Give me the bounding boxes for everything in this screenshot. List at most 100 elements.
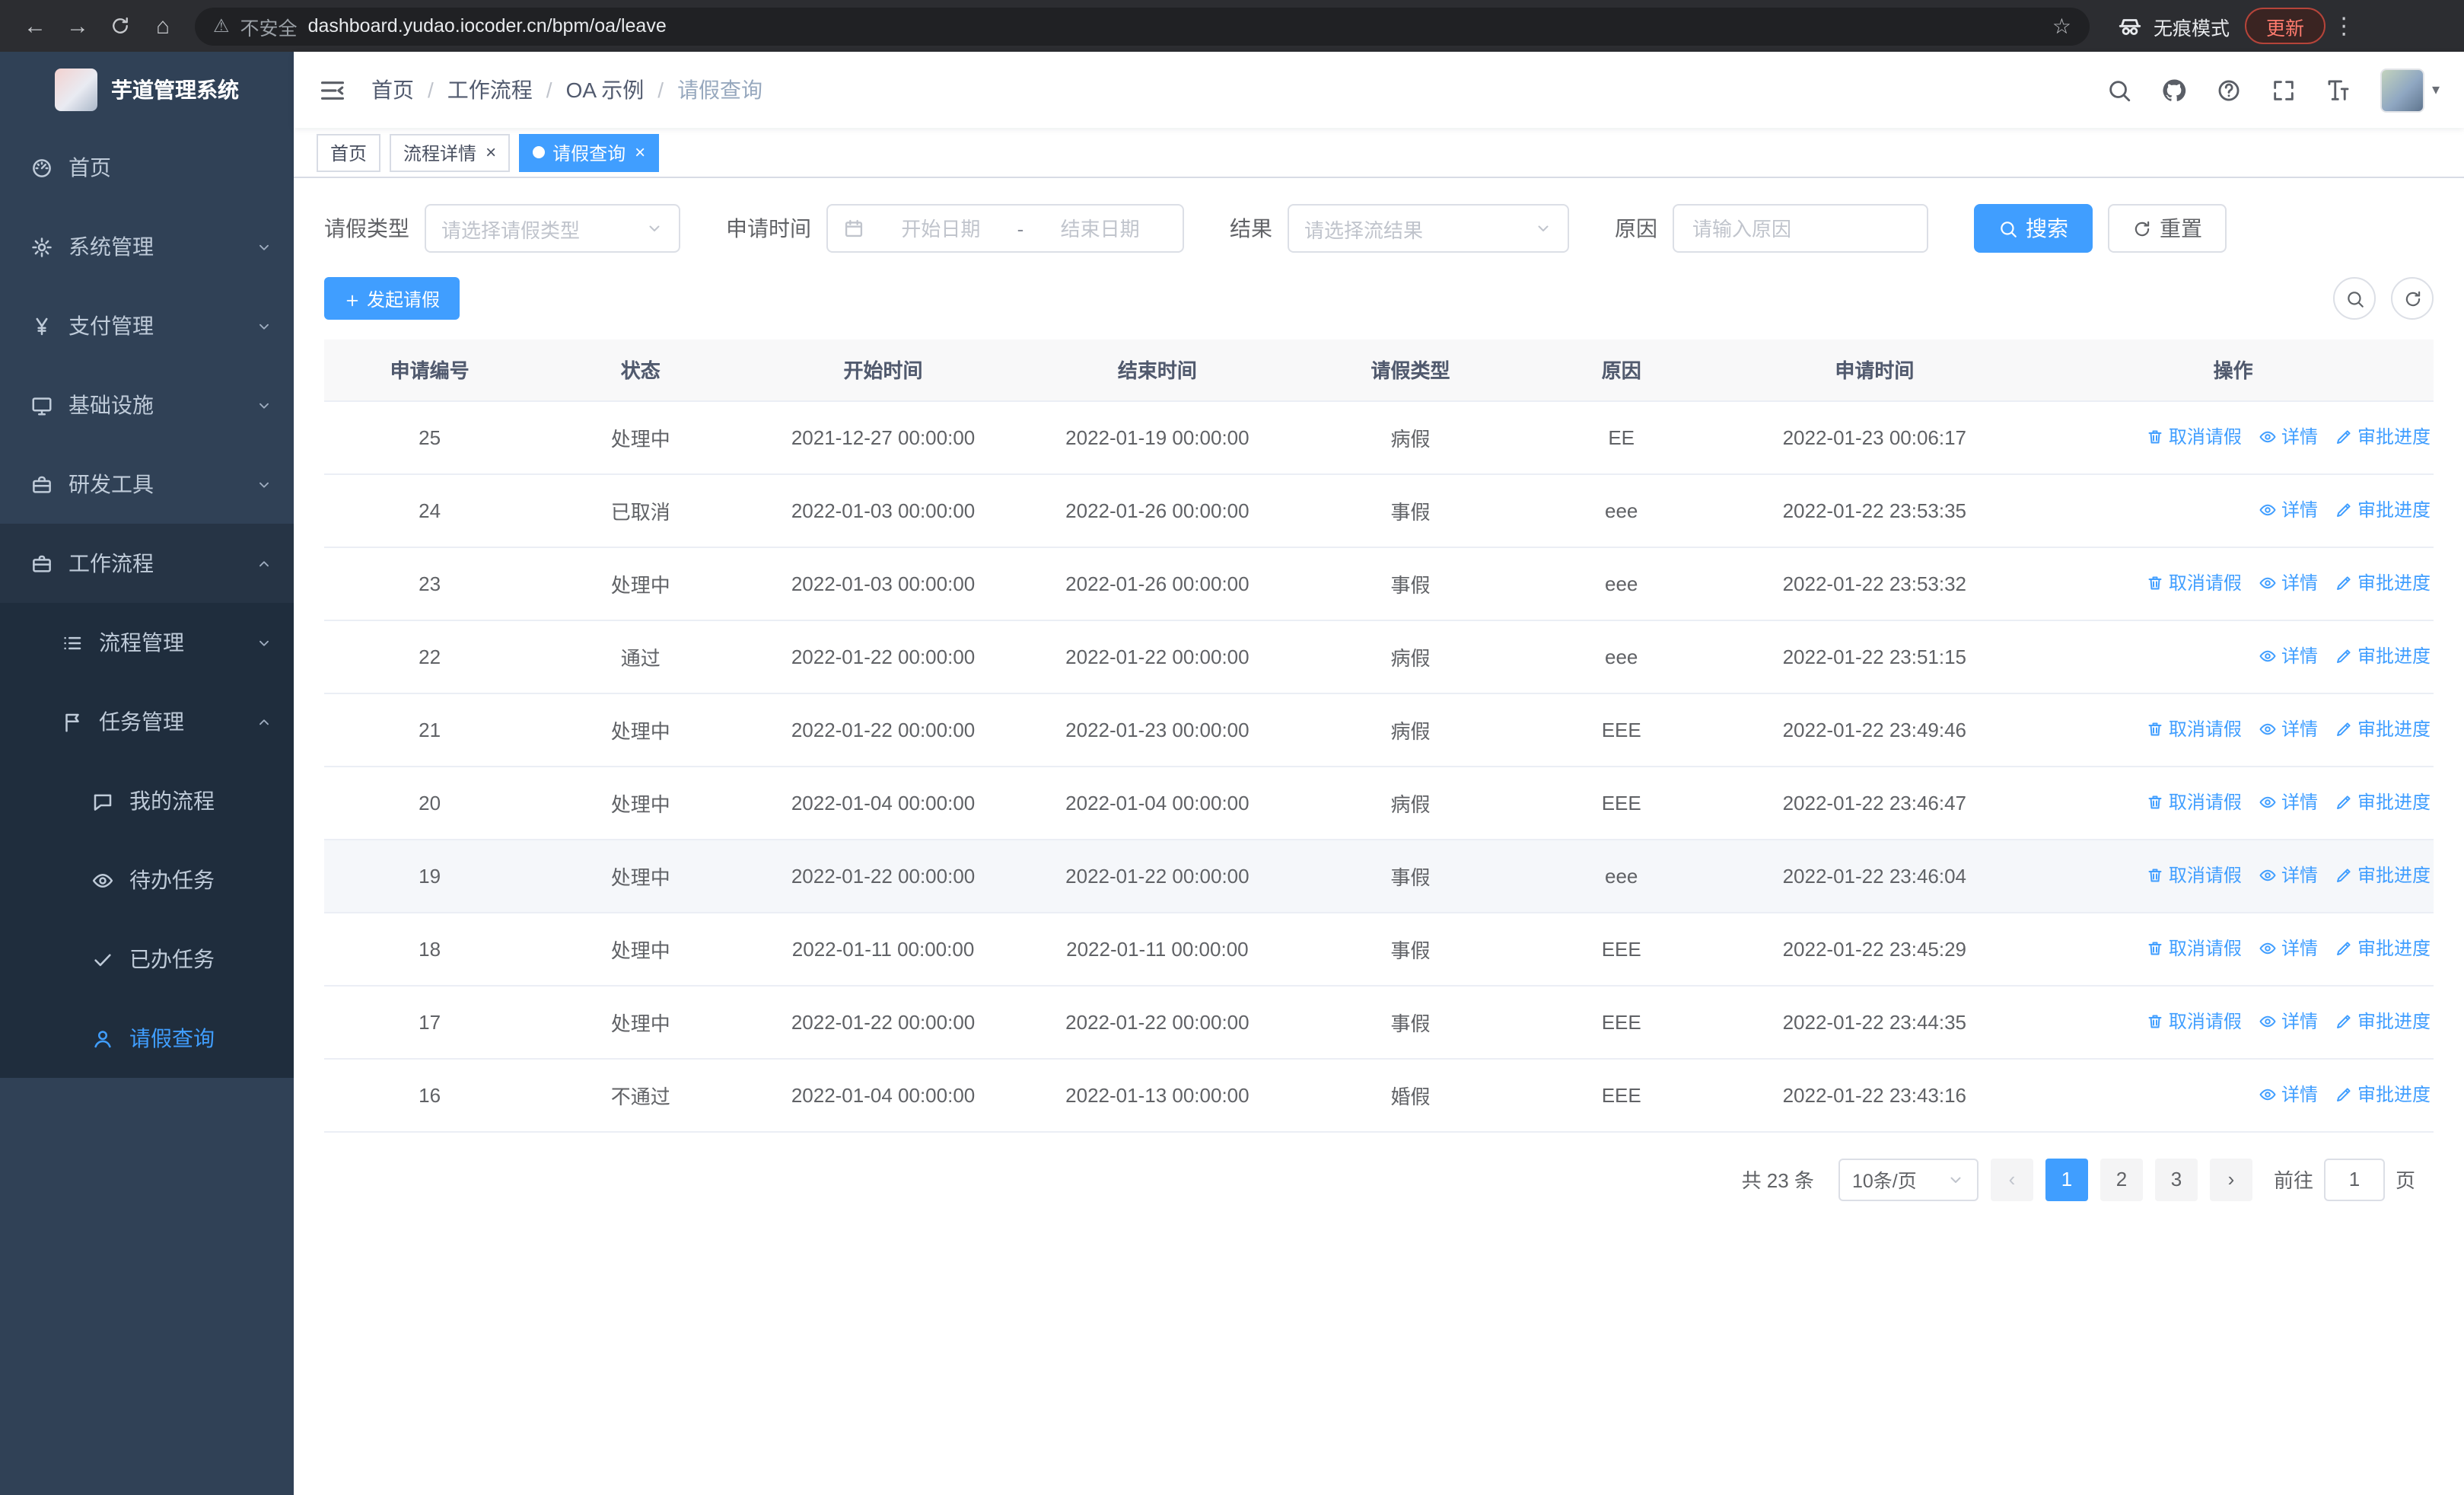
cancel-leave-link[interactable]: 取消请假 (2146, 789, 2242, 815)
tab-process-detail[interactable]: 流程详情 × (390, 133, 511, 171)
end-date-input[interactable] (1033, 217, 1167, 240)
close-icon[interactable]: × (635, 143, 645, 161)
detail-link[interactable]: 详情 (2259, 424, 2318, 450)
breadcrumb-item-workflow[interactable]: 工作流程 (447, 75, 533, 105)
sidebar-item-task-mgmt[interactable]: 任务管理 (0, 682, 294, 761)
browser-home-icon[interactable]: ⌂ (143, 6, 183, 46)
result-select[interactable]: 请选择流结果 (1288, 204, 1569, 253)
reset-button[interactable]: 重置 (2108, 204, 2227, 253)
browser-menu-icon[interactable]: ⋮ (2329, 6, 2359, 46)
approval-progress-link[interactable]: 审批进度 (2335, 643, 2431, 669)
col-start-time: 开始时间 (746, 339, 1020, 401)
start-date-input[interactable] (874, 217, 1008, 240)
sidebar-item-home[interactable]: 首页 (0, 128, 294, 207)
col-actions: 操作 (2033, 339, 2434, 401)
toggle-search-button[interactable] (2333, 277, 2376, 320)
next-page-button[interactable]: › (2209, 1158, 2252, 1200)
detail-link[interactable]: 详情 (2259, 1082, 2318, 1108)
detail-link[interactable]: 详情 (2259, 716, 2318, 742)
sidebar-item-label: 我的流程 (129, 789, 215, 813)
approval-progress-link[interactable]: 审批进度 (2335, 862, 2431, 888)
detail-link[interactable]: 详情 (2259, 789, 2318, 815)
sidebar-item-label: 基础设施 (68, 393, 154, 417)
approval-progress-link[interactable]: 审批进度 (2335, 497, 2431, 523)
sidebar-item-system[interactable]: 系统管理 (0, 207, 294, 286)
sidebar-item-workflow[interactable]: 工作流程 (0, 524, 294, 603)
cancel-leave-link[interactable]: 取消请假 (2146, 936, 2242, 961)
forward-icon[interactable]: → (58, 6, 97, 46)
leave-type-select[interactable]: 请选择请假类型 (425, 204, 680, 253)
detail-link[interactable]: 详情 (2259, 862, 2318, 888)
reason-input[interactable] (1673, 204, 1928, 253)
sidebar-item-dev-tools[interactable]: 研发工具 (0, 445, 294, 524)
range-separator: - (1017, 217, 1024, 240)
approval-progress-link[interactable]: 审批进度 (2335, 716, 2431, 742)
pagination: 共 23 条 10条/页 ‹ 123 › 前往 页 (324, 1158, 2434, 1200)
user-menu[interactable]: ▾ (2380, 68, 2440, 112)
logo[interactable]: 芋道管理系统 (0, 52, 294, 128)
reload-icon[interactable] (100, 6, 140, 46)
refresh-table-button[interactable] (2391, 277, 2434, 320)
date-range-picker[interactable]: - (826, 204, 1184, 253)
table-row: 23 处理中 2022-01-03 00:00:00 2022-01-26 00:00… (324, 547, 2434, 620)
approval-progress-link[interactable]: 审批进度 (2335, 789, 2431, 815)
approval-progress-link[interactable]: 审批进度 (2335, 1009, 2431, 1034)
approval-progress-link[interactable]: 审批进度 (2335, 570, 2431, 596)
detail-link[interactable]: 详情 (2259, 570, 2318, 596)
tab-home[interactable]: 首页 (317, 133, 381, 171)
approval-progress-link-label: 审批进度 (2357, 938, 2431, 960)
cancel-leave-link[interactable]: 取消请假 (2146, 570, 2242, 596)
search-button-label: 搜索 (2026, 216, 2068, 241)
breadcrumb-item-home[interactable]: 首页 (371, 75, 414, 105)
update-button[interactable]: 更新 (2245, 8, 2326, 44)
breadcrumb-item-leave-query: 请假查询 (677, 78, 763, 102)
approval-progress-link[interactable]: 审批进度 (2335, 936, 2431, 961)
approval-progress-link[interactable]: 审批进度 (2335, 424, 2431, 450)
sidebar-item-todo-task[interactable]: 待办任务 (0, 840, 294, 920)
col-apply-time: 申请时间 (1716, 339, 2033, 401)
help-icon[interactable] (2216, 77, 2242, 103)
cell-application-id: 16 (324, 1058, 536, 1132)
prev-page-button[interactable]: ‹ (1990, 1158, 2033, 1200)
detail-link-label: 详情 (2281, 1011, 2318, 1033)
cancel-leave-link-label: 取消请假 (2168, 865, 2242, 887)
sidebar-item-infrastructure[interactable]: 基础设施 (0, 365, 294, 445)
cancel-leave-link[interactable]: 取消请假 (2146, 716, 2242, 742)
detail-link[interactable]: 详情 (2259, 1009, 2318, 1034)
cell-status: 处理中 (535, 766, 747, 840)
url-bar[interactable]: ⚠ 不安全 dashboard.yudao.iocoder.cn/bpm/oa/… (195, 7, 2090, 45)
close-icon[interactable]: × (485, 143, 496, 161)
back-icon[interactable]: ← (15, 6, 55, 46)
sidebar-item-leave-query[interactable]: 请假查询 (0, 999, 294, 1078)
breadcrumb-item-oa-example[interactable]: OA 示例 (566, 75, 645, 105)
page-size-select[interactable]: 10条/页 (1838, 1158, 1979, 1200)
sidebar-item-done-task[interactable]: 已办任务 (0, 920, 294, 999)
font-size-icon[interactable] (2326, 77, 2351, 103)
fullscreen-icon[interactable] (2271, 77, 2297, 103)
detail-link[interactable]: 详情 (2259, 643, 2318, 669)
create-leave-button[interactable]: 发起请假 (324, 277, 460, 320)
github-icon[interactable] (2161, 77, 2187, 103)
detail-link[interactable]: 详情 (2259, 936, 2318, 961)
page-button-1[interactable]: 1 (2045, 1158, 2088, 1200)
tab-leave-query[interactable]: 请假查询 × (519, 133, 660, 171)
security-label[interactable]: 不安全 (240, 11, 298, 40)
sidebar-item-label: 系统管理 (68, 234, 154, 259)
sidebar-item-process-mgmt[interactable]: 流程管理 (0, 603, 294, 682)
page-button-3[interactable]: 3 (2154, 1158, 2198, 1200)
sidebar-item-payment[interactable]: 支付管理 (0, 286, 294, 365)
sidebar-toggle-icon[interactable] (318, 75, 347, 104)
search-button[interactable]: 搜索 (1974, 204, 2093, 253)
bookmark-star-icon[interactable]: ☆ (2052, 13, 2071, 39)
sidebar-item-label: 首页 (68, 155, 111, 180)
cancel-leave-link[interactable]: 取消请假 (2146, 424, 2242, 450)
cancel-leave-link[interactable]: 取消请假 (2146, 1009, 2242, 1034)
sidebar-item-my-process[interactable]: 我的流程 (0, 761, 294, 840)
cancel-leave-link[interactable]: 取消请假 (2146, 862, 2242, 888)
detail-link[interactable]: 详情 (2259, 497, 2318, 523)
goto-page-input[interactable] (2323, 1158, 2385, 1200)
page-button-2[interactable]: 2 (2099, 1158, 2143, 1200)
approval-progress-link[interactable]: 审批进度 (2335, 1082, 2431, 1108)
search-icon[interactable] (2106, 77, 2132, 103)
detail-link-label: 详情 (2281, 426, 2318, 448)
